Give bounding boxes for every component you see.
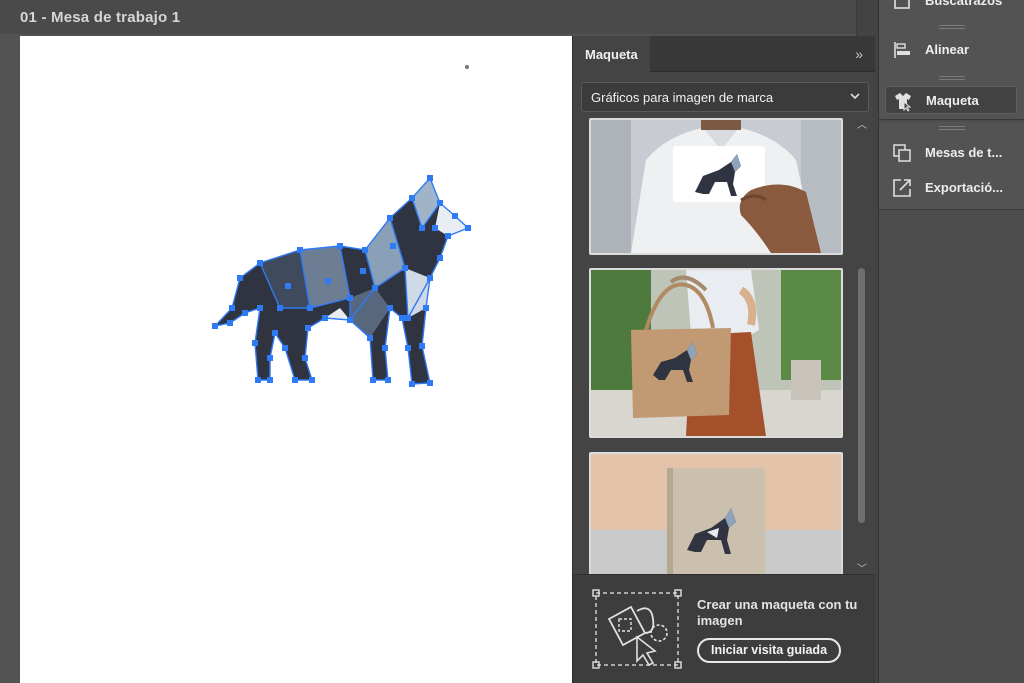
mockup-panel: Maqueta » Gráficos para imagen de marca (572, 36, 875, 683)
drag-grip[interactable] (939, 126, 965, 130)
create-mockup-text: Crear una maqueta con tu imagen (697, 597, 858, 628)
mockup-footer: Crear una maqueta con tu imagen Iniciar … (573, 574, 875, 683)
dock-item-mesas-de-trabajo[interactable]: Mesas de t... (885, 139, 1017, 167)
align-icon (894, 42, 910, 58)
mockup-icon (895, 93, 912, 112)
drag-grip[interactable] (939, 76, 965, 80)
right-dock: Buscatrazos Alinear Maqueta Mesas de t..… (878, 0, 1024, 683)
tab-maqueta[interactable]: Maqueta (573, 36, 650, 73)
dock-label: Alinear (925, 42, 970, 57)
stray-point (465, 65, 469, 69)
chevron-down-icon (850, 93, 860, 100)
artboard[interactable] (20, 36, 572, 683)
document-title: 01 - Mesa de trabajo 1 (20, 9, 181, 26)
dock-label: Maqueta (926, 93, 979, 108)
panel-tabbar: Maqueta » (573, 36, 875, 73)
double-chevron-right-icon[interactable]: » (855, 46, 863, 62)
category-select-value: Gráficos para imagen de marca (591, 90, 774, 105)
start-guided-tour-button[interactable]: Iniciar visita guiada (697, 638, 842, 663)
mockup-thumbnail-tote-bag[interactable] (589, 268, 843, 438)
drag-grip[interactable] (939, 25, 965, 29)
document-tab[interactable]: 01 - Mesa de trabajo 1 (0, 0, 856, 34)
business-card-scene (591, 120, 841, 253)
dock-group-top: Buscatrazos Alinear Maqueta (879, 0, 1024, 120)
mockup-thumbnail-business-card[interactable] (589, 118, 843, 255)
dock-label: Mesas de t... (925, 145, 1003, 160)
canvas-area[interactable] (0, 34, 572, 683)
wolf-artwork[interactable] (190, 158, 480, 394)
dock-label: Exportació... (925, 180, 1004, 195)
notebook-scene (591, 454, 841, 574)
gallery-scrollbar[interactable]: ︿ ﹀ (856, 118, 868, 575)
create-mockup-illustration-icon (592, 589, 682, 669)
mockup-thumbnail-notebook[interactable] (589, 452, 843, 574)
dock-item-alinear[interactable]: Alinear (885, 36, 1017, 64)
dock-group-bottom: Mesas de t... Exportació... (879, 122, 1024, 210)
artboards-icon (893, 144, 911, 162)
dock-item-buscatrazos[interactable]: Buscatrazos (885, 0, 1017, 15)
dock-label: Buscatrazos (925, 0, 1003, 8)
mockup-gallery (587, 118, 843, 574)
chevron-up-icon[interactable]: ︿ (856, 120, 868, 132)
dock-item-maqueta[interactable]: Maqueta (885, 86, 1017, 114)
dock-item-exportacion[interactable]: Exportació... (885, 174, 1017, 202)
image-trace-icon (894, 0, 910, 9)
tote-bag-scene (591, 270, 841, 436)
category-select[interactable]: Gráficos para imagen de marca (581, 82, 869, 112)
export-icon (893, 179, 911, 197)
scroll-thumb[interactable] (858, 268, 865, 523)
